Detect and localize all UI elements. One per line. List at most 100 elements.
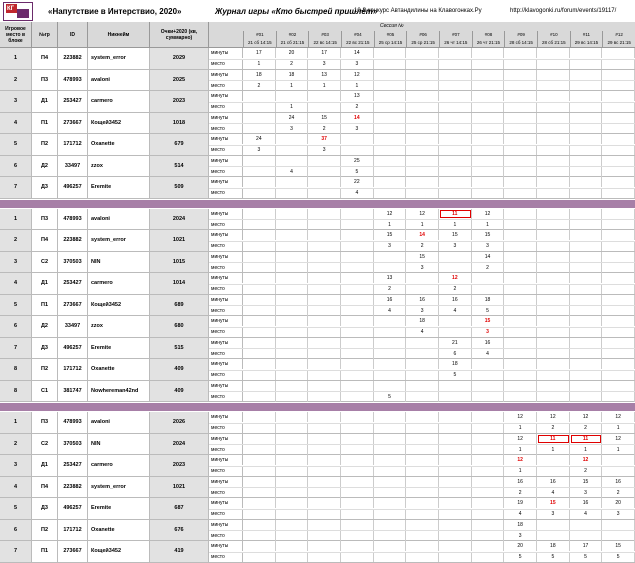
session-value: [276, 177, 309, 188]
session-date: 29 вс 14:15: [574, 40, 599, 45]
session-value: [276, 509, 309, 519]
cell-id: 223882: [58, 48, 88, 69]
session-value: [602, 337, 635, 348]
session-value: [308, 380, 341, 391]
session-value: [504, 273, 537, 284]
session-value: 2: [504, 488, 537, 498]
session-value: [504, 220, 537, 230]
cell-place: 4: [0, 112, 32, 133]
session-value: [537, 112, 570, 123]
session-value: [570, 316, 603, 327]
session-value: [537, 316, 570, 327]
session-value: [276, 423, 309, 433]
klavogonki-logo-icon: КГ: [3, 2, 33, 21]
session-value: [341, 284, 374, 294]
session-value: 2: [308, 124, 341, 134]
session-value: 2: [602, 488, 635, 498]
subrow-label: минуты: [209, 337, 243, 348]
session-value: [472, 466, 505, 476]
cell-grp: П2: [32, 134, 58, 155]
session-value: [504, 370, 537, 380]
session-value: [243, 445, 276, 455]
session-value: [276, 273, 309, 284]
session-value: [472, 423, 505, 433]
session-value: [406, 433, 439, 444]
session-value: [406, 445, 439, 455]
session-value: [472, 519, 505, 530]
session-value: 4: [374, 306, 407, 316]
session-value: [406, 380, 439, 391]
subrow-label: место: [209, 349, 243, 359]
session-value: [341, 509, 374, 519]
session-value: [439, 412, 472, 423]
session-value: 15: [602, 541, 635, 552]
cell-id: 496257: [58, 337, 88, 358]
session-value: 4: [570, 509, 603, 519]
cell-grp: П1: [32, 294, 58, 315]
cell-place: 2: [0, 230, 32, 251]
session-value: [439, 423, 472, 433]
session-value: [570, 241, 603, 251]
session-value: 13: [341, 91, 374, 102]
cell-score: 509: [150, 177, 209, 198]
session-value: 12: [570, 455, 603, 466]
session-value: [341, 306, 374, 316]
session-value: [439, 167, 472, 177]
session-num: #07: [452, 32, 460, 37]
session-value: [341, 552, 374, 562]
session-value: [243, 306, 276, 316]
place-subrow: место 4 5: [209, 166, 635, 177]
session-value: [537, 220, 570, 230]
session-value: [341, 134, 374, 145]
session-value: [374, 124, 407, 134]
session-value: [276, 349, 309, 359]
subrow-label: место: [209, 167, 243, 177]
session-value: 3: [374, 241, 407, 251]
session-value: [537, 155, 570, 166]
cell-place: 8: [0, 359, 32, 380]
session-value: [374, 412, 407, 423]
session-value: [472, 48, 505, 59]
session-value: [504, 337, 537, 348]
session-value: [276, 541, 309, 552]
subrow-label: минуты: [209, 316, 243, 327]
session-value: [406, 177, 439, 188]
session-value: 5: [341, 167, 374, 177]
session-value: [276, 155, 309, 166]
session-value: [276, 327, 309, 337]
session-value: 4: [406, 327, 439, 337]
session-value: [570, 251, 603, 262]
session-value: [537, 349, 570, 359]
cell-score: 2024: [150, 208, 209, 229]
session-value: [341, 531, 374, 541]
session-value: [602, 112, 635, 123]
session-value: [472, 380, 505, 391]
session-value: 1: [602, 445, 635, 455]
cell-grp: Д1: [32, 91, 58, 112]
cell-nick: avaloni: [88, 412, 150, 433]
cell-grp: С1: [32, 380, 58, 401]
session-value: [308, 337, 341, 348]
session-value: 1: [504, 466, 537, 476]
session-value: 16: [439, 294, 472, 305]
session-value: [537, 177, 570, 188]
minutes-subrow: минуты 18: [209, 359, 635, 370]
session-value: [374, 476, 407, 487]
table-row: 8 С1 381747 Nowhereman42nd 409 минуты место 5: [0, 380, 635, 402]
session-value: [406, 155, 439, 166]
cell-score: 2025: [150, 69, 209, 90]
session-value: [406, 541, 439, 552]
session-value: [243, 220, 276, 230]
session-value: 20: [602, 498, 635, 509]
session-value: [439, 188, 472, 198]
session-value: [570, 337, 603, 348]
session-value: 1: [308, 81, 341, 91]
session-value: 37: [308, 134, 341, 145]
session-value: 3: [341, 124, 374, 134]
session-value: [439, 552, 472, 562]
session-col-header: #03 22 вс 14:15: [308, 31, 341, 48]
place-subrow: место 3 2 3 3: [209, 240, 635, 251]
session-value: [374, 541, 407, 552]
session-value: [243, 263, 276, 273]
session-value: [472, 455, 505, 466]
